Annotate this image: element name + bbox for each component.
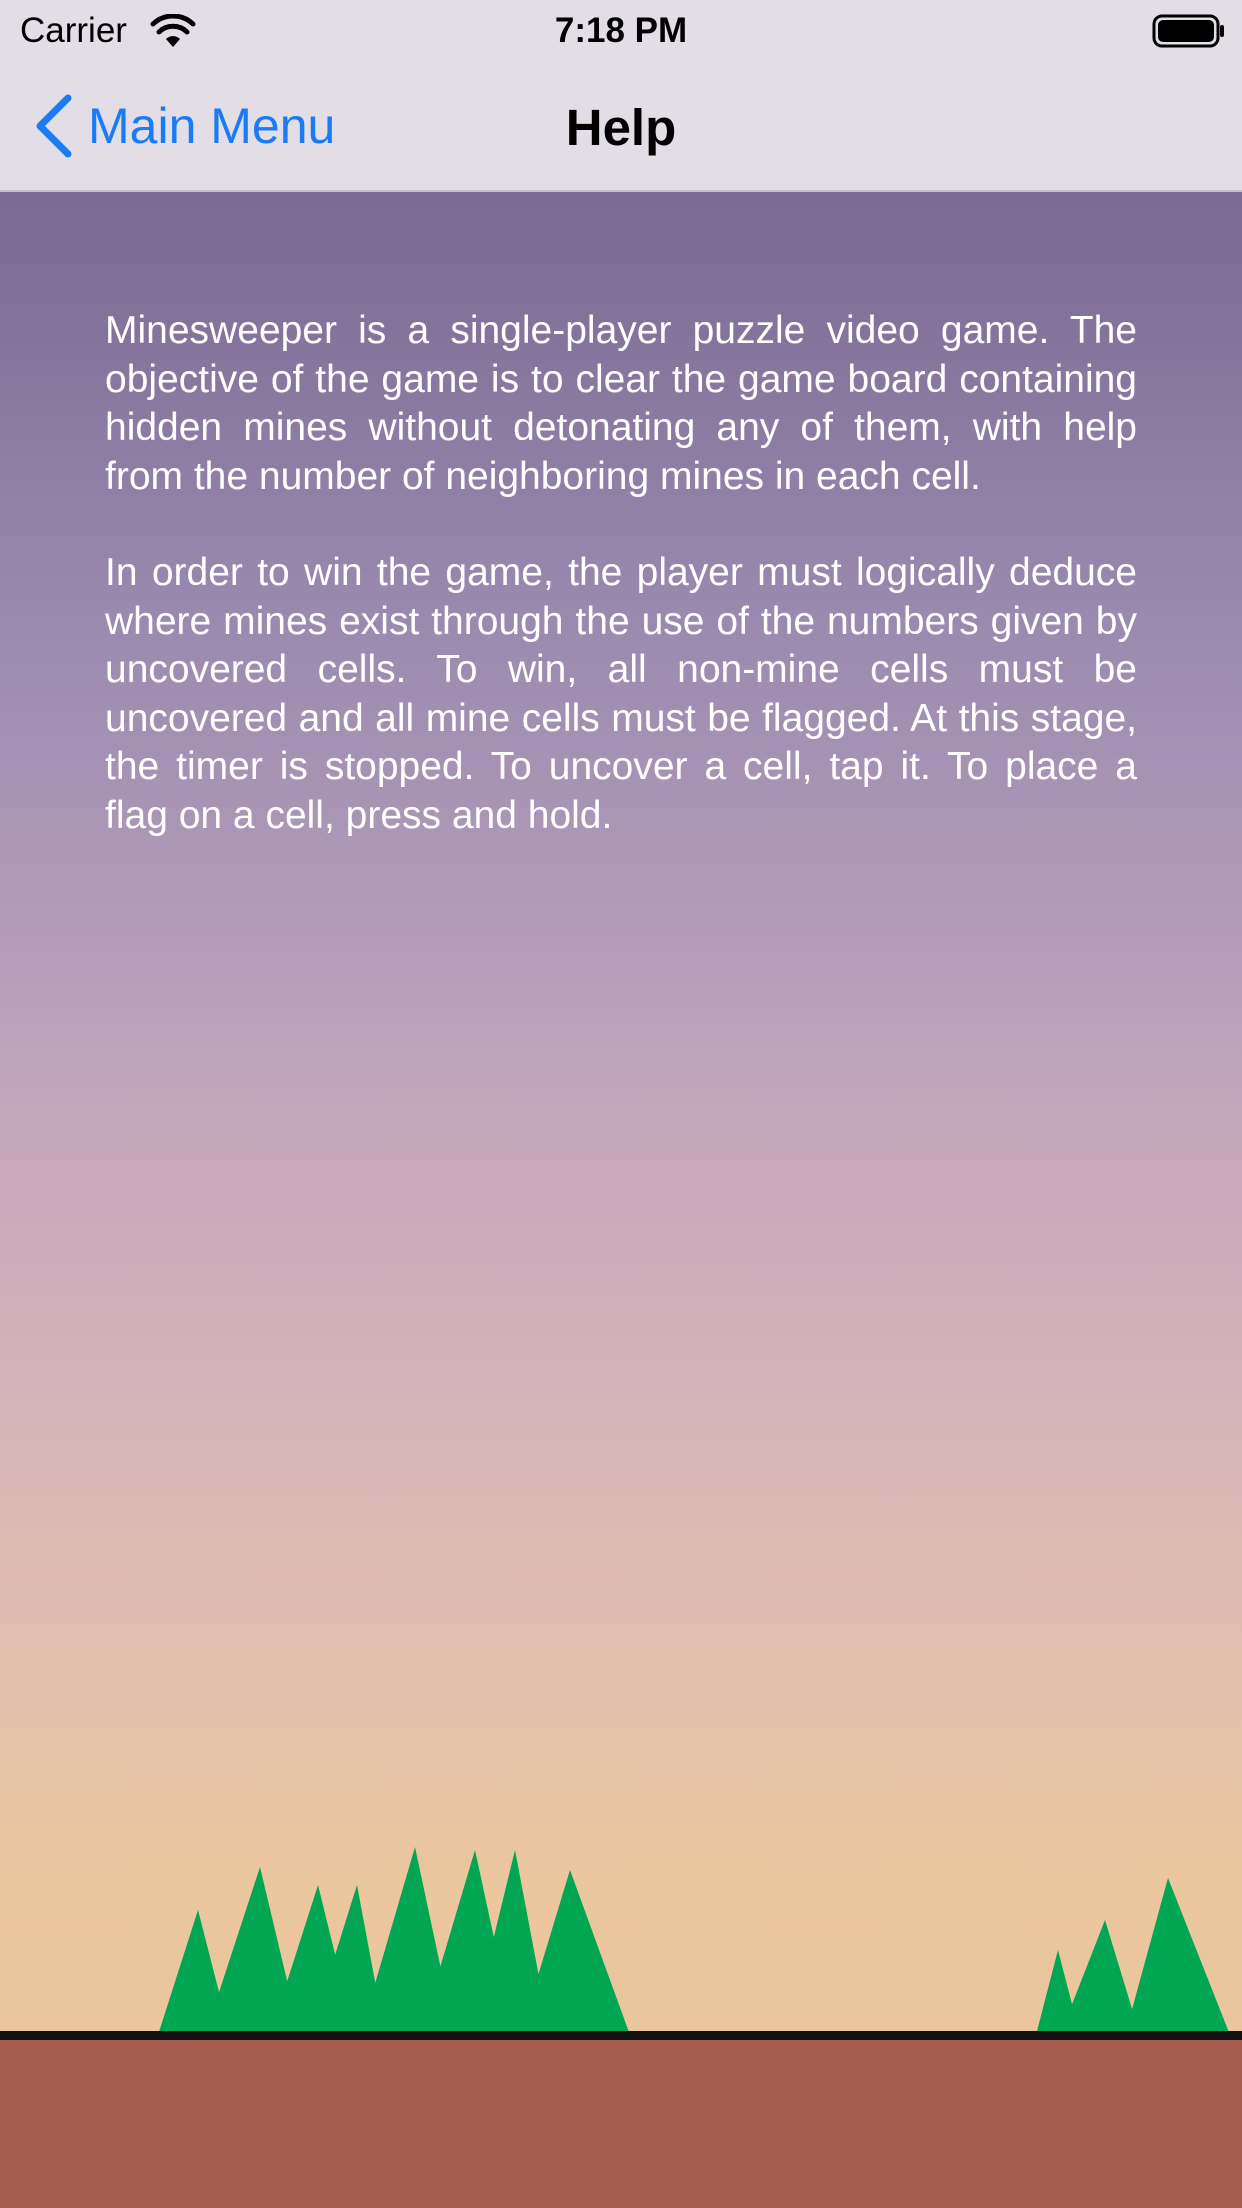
help-paragraph-objective: Minesweeper is a single-player puzzle vi… [105, 309, 1137, 498]
help-paragraph-rules: In order to win the game, the player mus… [105, 551, 1137, 837]
battery-icon [1152, 14, 1224, 48]
trees-left-illustration [158, 1847, 630, 2035]
ground [0, 2034, 1242, 2208]
status-time: 7:18 PM [554, 11, 688, 50]
status-bar: Carrier 7:18 PM [0, 0, 1242, 62]
page-title: Help [565, 99, 677, 156]
help-screen: Carrier 7:18 PM Main Menu Help Minesweep… [0, 0, 1242, 2208]
help-text-container: Minesweeper is a single-player puzzle vi… [105, 307, 1137, 888]
top-bar: Carrier 7:18 PM Main Menu Help [0, 0, 1242, 192]
trees-right-illustration [1036, 1878, 1230, 2035]
ground-line [0, 2031, 1242, 2040]
navigation-bar: Main Menu Help [0, 62, 1242, 190]
